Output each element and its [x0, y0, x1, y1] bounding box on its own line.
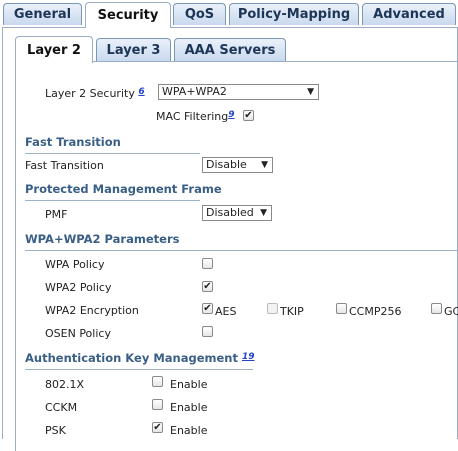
layer2-security-label: Layer 2 Security 6 [45, 87, 145, 100]
ccmp256-checkbox[interactable] [336, 303, 347, 314]
tab-qos[interactable]: QoS [173, 3, 226, 25]
akm-psk-checkbox[interactable]: ✔ [152, 422, 163, 433]
footnote-link[interactable]: 9 [228, 110, 234, 120]
akm-cckm-enable: Enable [170, 401, 208, 414]
tab-advanced[interactable]: Advanced [362, 3, 456, 25]
footnote-link[interactable]: 19 [242, 352, 255, 362]
gcmp-label: GC [444, 305, 458, 318]
mac-filtering-label: MAC Filtering9 [156, 110, 235, 123]
akm-heading: Authentication Key Management 19 [25, 351, 255, 365]
tab-layer2[interactable]: Layer 2 [15, 36, 93, 63]
tab-policy-mapping[interactable]: Policy-Mapping [229, 3, 359, 25]
layer2-security-select[interactable]: WPA+WPA2 ▼ [158, 84, 319, 100]
fast-transition-label: Fast Transition [25, 159, 104, 172]
akm-cckm-label: CCKM [45, 401, 78, 414]
aes-label: AES [215, 305, 237, 318]
mac-filtering-checkbox[interactable]: ✔ [243, 110, 254, 121]
akm-psk-label: PSK [45, 424, 66, 437]
osen-policy-label: OSEN Policy [45, 327, 111, 340]
gcmp-checkbox[interactable] [431, 303, 442, 314]
akm-cckm-checkbox[interactable] [152, 399, 163, 410]
chevron-down-icon: ▼ [261, 160, 268, 170]
akm-psk-enable: Enable [170, 424, 208, 437]
wpa-policy-label: WPA Policy [45, 258, 105, 271]
chevron-down-icon: ▼ [307, 87, 314, 97]
akm-8021x-checkbox[interactable] [152, 376, 163, 387]
akm-8021x-enable: Enable [170, 378, 208, 391]
akm-8021x-label: 802.1X [45, 378, 85, 391]
tab-layer3[interactable]: Layer 3 [96, 38, 171, 61]
aes-checkbox[interactable]: ✔ [202, 303, 213, 314]
tab-aaa-servers[interactable]: AAA Servers [174, 38, 286, 61]
pmf-heading: Protected Management Frame [25, 182, 222, 196]
fast-transition-select[interactable]: Disable ▼ [202, 157, 273, 173]
tkip-label: TKIP [280, 305, 304, 318]
wpa-params-heading: WPA+WPA2 Parameters [25, 232, 180, 246]
pmf-select[interactable]: Disabled ▼ [202, 205, 272, 221]
wpa2-policy-label: WPA2 Policy [45, 281, 112, 294]
divider [25, 200, 200, 201]
divider [25, 153, 200, 154]
ccmp256-label: CCMP256 [349, 305, 402, 318]
divider [25, 369, 253, 370]
tkip-checkbox[interactable] [267, 303, 278, 314]
chevron-down-icon: ▼ [260, 208, 267, 218]
divider [25, 250, 458, 251]
wpa2-policy-checkbox[interactable]: ✔ [202, 281, 213, 292]
pmf-label: PMF [45, 208, 68, 221]
osen-policy-checkbox[interactable] [202, 326, 213, 337]
wpa2-encryption-label: WPA2 Encryption [45, 304, 139, 317]
tab-security[interactable]: Security [85, 2, 171, 28]
tab-general[interactable]: General [3, 3, 82, 25]
fast-transition-heading: Fast Transition [25, 135, 121, 149]
layer2-content [15, 61, 458, 451]
footnote-link[interactable]: 6 [138, 87, 144, 97]
wpa-policy-checkbox[interactable] [202, 258, 213, 269]
